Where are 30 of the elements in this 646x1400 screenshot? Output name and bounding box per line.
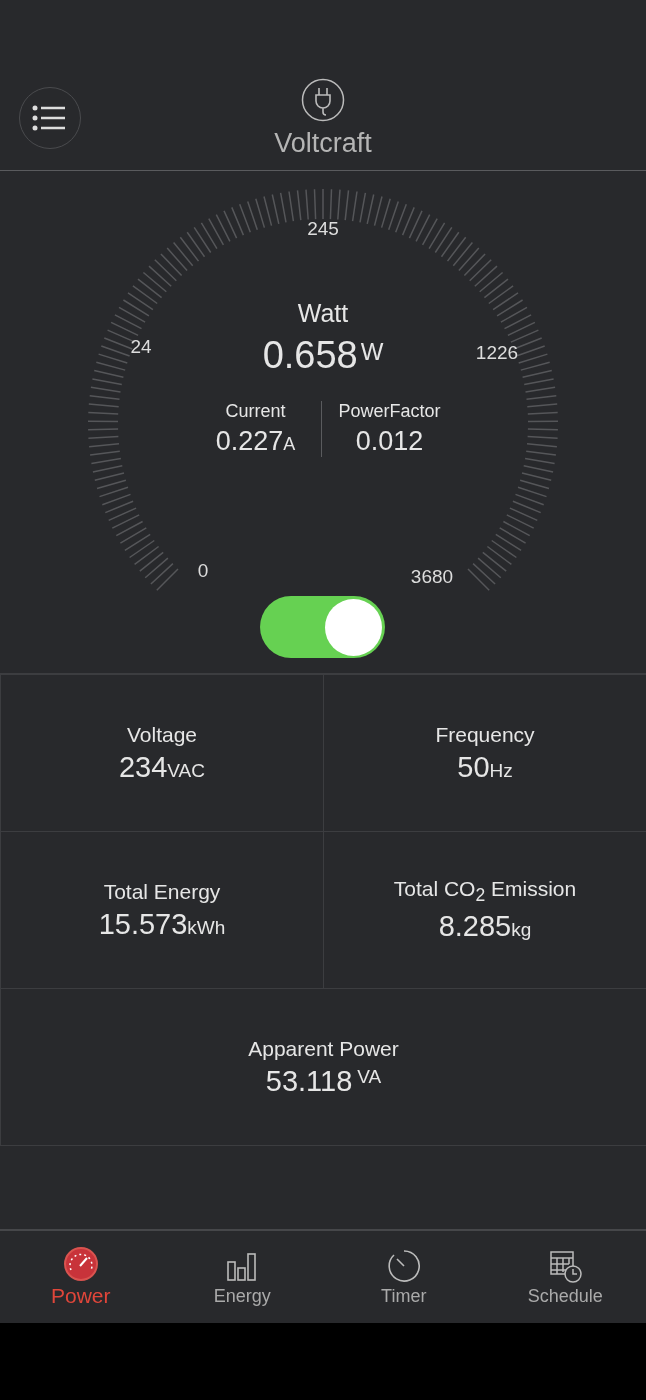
reading-label: PowerFactor (338, 401, 441, 422)
menu-icon (32, 105, 68, 131)
scale-label: 3680 (410, 566, 454, 588)
tile-label: Voltage (126, 722, 198, 747)
scale-label: 24 (130, 336, 152, 358)
tile-value: 234VAC (118, 750, 206, 784)
reading-value: 0.012 (355, 426, 424, 457)
watt-value: 0.658$^{W}$ (262, 334, 384, 377)
reading-label: Current (225, 401, 286, 422)
tile-value: 8.285kg (438, 910, 532, 944)
tile-label: Total CO$_{2}$ Emission (393, 876, 577, 907)
tab[interactable]: Timer (323, 1231, 485, 1323)
tile-label: Apparent Power (248, 1036, 399, 1061)
reading-value: 0.227A (215, 426, 296, 457)
tile-label: Frequency (435, 722, 535, 747)
tab[interactable]: Power (0, 1231, 162, 1323)
watt-label: Watt (297, 299, 349, 328)
app-title: Voltcraft (274, 128, 372, 159)
tile-value: 15.573kWh (98, 907, 226, 941)
timer-icon (385, 1247, 422, 1284)
tab[interactable]: Schedule (484, 1231, 646, 1323)
scale-label: 0 (197, 560, 209, 582)
scale-label: 1226 (475, 342, 519, 364)
tile-value: 53.118 $^{VA}$ (265, 1064, 382, 1098)
speedometer-icon (62, 1246, 99, 1282)
scale-label: 245 (307, 218, 339, 240)
tile-value: 50Hz (457, 750, 513, 784)
tile-label: Total Energy (103, 879, 221, 904)
plug-icon (301, 78, 345, 122)
tab[interactable]: Energy (161, 1231, 323, 1323)
